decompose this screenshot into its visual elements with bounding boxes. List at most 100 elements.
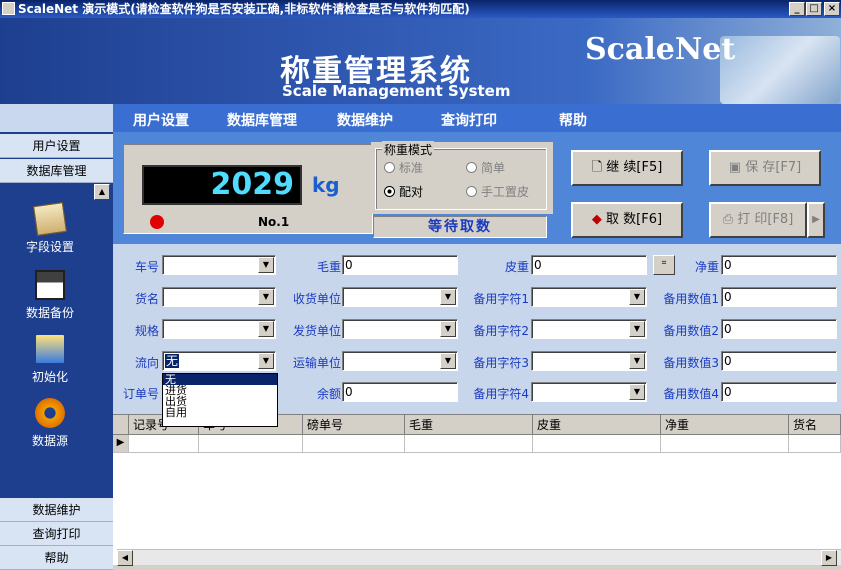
spec-combo[interactable]: ▼ (162, 319, 276, 339)
grid-cell[interactable] (303, 435, 405, 453)
grid-corner (113, 415, 129, 435)
flow-dropdown-list[interactable]: 无 进货 出货 自用 (162, 373, 278, 427)
save-button[interactable]: ▣ 保 存[F7] (709, 150, 821, 186)
sidebar-scroll-up[interactable]: ▲ (94, 184, 110, 200)
menu-data-maintenance[interactable]: 数据维护 (337, 110, 393, 130)
scroll-left-icon[interactable]: ◀ (117, 550, 133, 566)
spare-num2-label: 备用数值2 (663, 324, 719, 338)
tare-field[interactable]: 0 (531, 255, 647, 275)
menu-user-settings[interactable]: 用户设置 (133, 110, 189, 130)
balance-label: 余额 (316, 387, 341, 401)
spare-str1-combo[interactable]: ▼ (531, 287, 647, 307)
net-field[interactable]: 0 (721, 255, 837, 275)
menu-left-spacer (0, 104, 113, 132)
spare-str4-label: 备用字符4 (473, 387, 529, 401)
col-tare[interactable]: 皮重 (533, 415, 661, 435)
floppy-icon: ▣ (728, 160, 746, 175)
sidebar-item-help[interactable]: 帮助 (0, 546, 113, 570)
chevron-down-icon[interactable]: ▼ (629, 384, 645, 400)
sidebar-panel: ▲ 字段设置 数据备份 初始化 数据源 (0, 184, 113, 496)
sidebar-item-label: 初始化 (31, 370, 68, 384)
chevron-down-icon[interactable]: ▼ (440, 353, 456, 369)
window-title: ScaleNet 演示模式(请检查软件狗是否安装正确,非标软件请检查是否与软件狗… (18, 2, 470, 16)
receiver-combo[interactable]: ▼ (342, 287, 458, 307)
mode-group-bg: 称重模式 标准 简单 配对 手工置皮 (371, 141, 553, 214)
spare-num1-field[interactable]: 0 (721, 287, 837, 307)
menu-query-print[interactable]: 查询打印 (441, 110, 497, 130)
folder-icon (35, 334, 65, 364)
status-light (150, 215, 164, 229)
sidebar-item-data-maintenance[interactable]: 数据维护 (0, 498, 113, 522)
car-no-combo[interactable]: ▼ (162, 255, 276, 275)
sidebar-item-datasource[interactable]: 数据源 (0, 398, 100, 449)
col-gross[interactable]: 毛重 (405, 415, 533, 435)
net-label: 净重 (694, 260, 719, 274)
scroll-right-icon[interactable]: ▶ (821, 550, 837, 566)
header-banner: 称重管理系统 Scale Management System ScaleNet (0, 18, 841, 104)
records-grid[interactable]: 记录号 车号 磅单号 毛重 皮重 净重 货名 ▶ ◀ ▶ (113, 414, 841, 566)
grid-cell[interactable] (199, 435, 303, 453)
goods-combo[interactable]: ▼ (162, 287, 276, 307)
transport-combo[interactable]: ▼ (342, 351, 458, 371)
chevron-down-icon[interactable]: ▼ (629, 289, 645, 305)
horizontal-scrollbar[interactable]: ◀ ▶ (117, 549, 841, 566)
floppy-icon (35, 270, 65, 300)
chevron-down-icon[interactable]: ▼ (440, 289, 456, 305)
sidebar-item-database[interactable]: 数据库管理 (0, 159, 113, 183)
flow-label: 流向 (134, 356, 159, 370)
grid-cell[interactable] (789, 435, 841, 453)
app-icon (2, 2, 15, 15)
grid-cell[interactable] (129, 435, 199, 453)
print-dropdown-button[interactable]: ▶ (807, 202, 825, 238)
gross-field[interactable]: 0 (342, 255, 458, 275)
flow-combo[interactable]: 无 ▼ (162, 351, 276, 371)
spare-num1-label: 备用数值1 (663, 292, 719, 306)
maximize-button[interactable]: □ (806, 2, 822, 16)
menu-help[interactable]: 帮助 (559, 110, 587, 130)
continue-button[interactable]: 🗋 继 续[F5] (571, 150, 683, 186)
menu-database[interactable]: 数据库管理 (227, 110, 297, 130)
fetch-button[interactable]: ◆ 取 数[F6] (571, 202, 683, 238)
document-icon: 🗋 (591, 160, 607, 175)
grid-cell[interactable] (661, 435, 789, 453)
receiver-label: 收货单位 (292, 292, 341, 306)
spare-num2-field[interactable]: 0 (721, 319, 837, 339)
balance-field[interactable]: 0 (342, 382, 458, 402)
car-no-label: 车号 (134, 260, 159, 274)
chevron-down-icon[interactable]: ▼ (440, 321, 456, 337)
chevron-down-icon[interactable]: ▼ (629, 353, 645, 369)
gross-label: 毛重 (316, 260, 341, 274)
tare-label: 皮重 (504, 260, 529, 274)
print-button[interactable]: ⎙ 打 印[F8] (709, 202, 807, 238)
order-no-label: 订单号 (122, 387, 159, 401)
chevron-down-icon[interactable]: ▼ (629, 321, 645, 337)
grid-cell[interactable] (533, 435, 661, 453)
close-button[interactable]: × (824, 2, 840, 16)
spare-str3-combo[interactable]: ▼ (531, 351, 647, 371)
spare-num3-field[interactable]: 0 (721, 351, 837, 371)
spare-str4-combo[interactable]: ▼ (531, 382, 647, 402)
sidebar-item-fields[interactable]: 字段设置 (0, 202, 100, 255)
sidebar-item-backup[interactable]: 数据备份 (0, 270, 100, 321)
mode-radio-manual-tare[interactable]: 手工置皮 (466, 183, 529, 200)
spare-num4-field[interactable]: 0 (721, 382, 837, 402)
list-item[interactable]: 自用 (163, 407, 277, 418)
minimize-button[interactable]: _ (789, 2, 805, 16)
sender-combo[interactable]: ▼ (342, 319, 458, 339)
truck-image (720, 36, 840, 104)
printer-icon: ⎙ (722, 212, 738, 227)
sidebar-item-init[interactable]: 初始化 (0, 334, 100, 385)
mode-radio-simple[interactable]: 简单 (466, 159, 505, 176)
sidebar-item-user-settings[interactable]: 用户设置 (0, 134, 113, 158)
mode-radio-standard[interactable]: 标准 (384, 159, 423, 176)
col-ticket-no[interactable]: 磅单号 (303, 415, 405, 435)
sidebar-item-query-print[interactable]: 查询打印 (0, 522, 113, 546)
status-text: 等待取数 (373, 216, 547, 238)
col-net[interactable]: 净重 (661, 415, 789, 435)
scalenet-logo: ScaleNet (585, 32, 736, 67)
spare-str3-label: 备用字符3 (473, 356, 529, 370)
grid-cell[interactable] (405, 435, 533, 453)
mode-radio-pair[interactable]: 配对 (384, 183, 423, 200)
spare-str2-combo[interactable]: ▼ (531, 319, 647, 339)
col-goods[interactable]: 货名 (789, 415, 841, 435)
